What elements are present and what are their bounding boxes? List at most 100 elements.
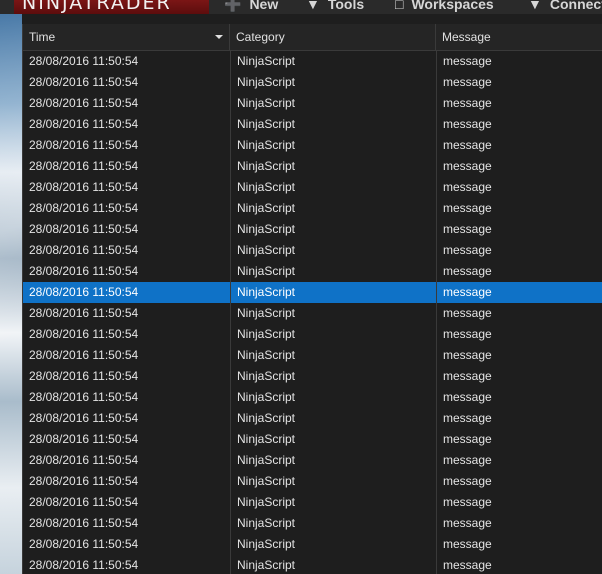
cell-message: message — [436, 492, 602, 513]
cell-message: message — [436, 51, 602, 72]
table-row[interactable]: 28/08/2016 11:50:54 NinjaScript message — [23, 177, 602, 198]
cell-category: NinjaScript — [230, 156, 436, 177]
cell-time: 28/08/2016 11:50:54 — [29, 75, 139, 89]
cell-message: message — [436, 282, 602, 303]
cell-category: NinjaScript — [230, 240, 436, 261]
app-window: NINJATRADER ➕ New ▼ Tools □ Workspaces ▼ Con… — [0, 0, 602, 574]
ninjatrader-logo: NINJATRADER — [14, 0, 209, 14]
tools-icon: ▼ — [306, 0, 320, 12]
cell-category: NinjaScript — [230, 261, 436, 282]
table-row[interactable]: 28/08/2016 11:50:54 NinjaScript message — [23, 219, 602, 240]
cell-time: 28/08/2016 11:50:54 — [29, 537, 139, 551]
cell-category: NinjaScript — [230, 303, 436, 324]
cell-message: message — [436, 156, 602, 177]
table-row[interactable]: 28/08/2016 11:50:54 NinjaScript message — [23, 261, 602, 282]
desktop-background — [0, 0, 22, 574]
table-row[interactable]: 28/08/2016 11:50:54 NinjaScript message — [23, 198, 602, 219]
table-row[interactable]: 28/08/2016 11:50:54 NinjaScript message — [23, 534, 602, 555]
cell-message: message — [436, 429, 602, 450]
cell-message: message — [436, 303, 602, 324]
table-row[interactable]: 28/08/2016 11:50:54 NinjaScript message — [23, 135, 602, 156]
cell-category: NinjaScript — [230, 219, 436, 240]
cell-time: 28/08/2016 11:50:54 — [29, 138, 139, 152]
table-row[interactable]: 28/08/2016 11:50:54 NinjaScript message — [23, 240, 602, 261]
column-header-time-label: Time — [29, 30, 56, 44]
cell-category: NinjaScript — [230, 471, 436, 492]
cell-category: NinjaScript — [230, 450, 436, 471]
cell-time: 28/08/2016 11:50:54 — [29, 306, 139, 320]
cell-time: 28/08/2016 11:50:54 — [29, 390, 139, 404]
column-header-time[interactable]: Time — [23, 24, 230, 50]
table-row[interactable]: 28/08/2016 11:50:54 NinjaScript message — [23, 408, 602, 429]
cell-category: NinjaScript — [230, 429, 436, 450]
table-row[interactable]: 28/08/2016 11:50:54 NinjaScript message — [23, 429, 602, 450]
cell-message: message — [436, 513, 602, 534]
cell-time: 28/08/2016 11:50:54 — [29, 474, 139, 488]
cell-category: NinjaScript — [230, 198, 436, 219]
column-header-message[interactable]: Message — [436, 24, 602, 50]
table-row[interactable]: 28/08/2016 11:50:54 NinjaScript message — [23, 51, 602, 72]
cell-message: message — [436, 72, 602, 93]
grid-header: Time Category Message — [23, 24, 602, 51]
cell-time: 28/08/2016 11:50:54 — [29, 285, 139, 299]
menu-bar: NINJATRADER ➕ New ▼ Tools □ Workspaces ▼ Con… — [0, 0, 602, 14]
table-row[interactable]: 28/08/2016 11:50:54 NinjaScript message — [23, 471, 602, 492]
table-row[interactable]: 28/08/2016 11:50:54 NinjaScript message — [23, 324, 602, 345]
cell-time: 28/08/2016 11:50:54 — [29, 54, 139, 68]
table-row[interactable]: 28/08/2016 11:50:54 NinjaScript message — [23, 72, 602, 93]
menu-new[interactable]: ➕ New — [224, 0, 278, 13]
cell-category: NinjaScript — [230, 282, 436, 303]
table-row[interactable]: 28/08/2016 11:50:54 NinjaScript message — [23, 366, 602, 387]
cell-category: NinjaScript — [230, 555, 436, 574]
cell-message: message — [436, 345, 602, 366]
cell-message: message — [436, 450, 602, 471]
cell-time: 28/08/2016 11:50:54 — [29, 516, 139, 530]
cell-message: message — [436, 261, 602, 282]
cell-category: NinjaScript — [230, 408, 436, 429]
cell-category: NinjaScript — [230, 366, 436, 387]
cell-message: message — [436, 555, 602, 574]
connections-icon: ▼ — [528, 0, 542, 12]
cell-message: message — [436, 219, 602, 240]
table-row[interactable]: 28/08/2016 11:50:54 NinjaScript message — [23, 387, 602, 408]
table-row[interactable]: 28/08/2016 11:50:54 NinjaScript message — [23, 513, 602, 534]
cell-message: message — [436, 135, 602, 156]
cell-message: message — [436, 177, 602, 198]
cell-time: 28/08/2016 11:50:54 — [29, 411, 139, 425]
menu-tools[interactable]: ▼ Tools — [306, 0, 364, 13]
cell-time: 28/08/2016 11:50:54 — [29, 201, 139, 215]
table-row[interactable]: 28/08/2016 11:50:54 NinjaScript message — [23, 93, 602, 114]
cell-message: message — [436, 198, 602, 219]
cell-message: message — [436, 324, 602, 345]
cell-category: NinjaScript — [230, 51, 436, 72]
table-row[interactable]: 28/08/2016 11:50:54 NinjaScript message — [23, 450, 602, 471]
sort-descending-icon — [215, 35, 223, 39]
column-header-category-label: Category — [236, 30, 285, 44]
cell-category: NinjaScript — [230, 72, 436, 93]
cell-time: 28/08/2016 11:50:54 — [29, 348, 139, 362]
cell-time: 28/08/2016 11:50:54 — [29, 243, 139, 257]
cell-message: message — [436, 93, 602, 114]
cell-time: 28/08/2016 11:50:54 — [29, 180, 139, 194]
table-row[interactable]: 28/08/2016 11:50:54 NinjaScript message — [23, 303, 602, 324]
cell-message: message — [436, 534, 602, 555]
cell-message: message — [436, 366, 602, 387]
cell-category: NinjaScript — [230, 114, 436, 135]
menu-connections[interactable]: ▼ Connections — [528, 0, 602, 13]
cell-category: NinjaScript — [230, 387, 436, 408]
cell-time: 28/08/2016 11:50:54 — [29, 558, 139, 572]
menu-workspaces-label: Workspaces — [411, 0, 494, 12]
table-row[interactable]: 28/08/2016 11:50:54 NinjaScript message — [23, 156, 602, 177]
column-header-category[interactable]: Category — [230, 24, 436, 50]
table-row[interactable]: 28/08/2016 11:50:54 NinjaScript message — [23, 492, 602, 513]
table-row[interactable]: 28/08/2016 11:50:54 NinjaScript message — [23, 114, 602, 135]
cell-time: 28/08/2016 11:50:54 — [29, 264, 139, 278]
menu-tools-label: Tools — [327, 0, 365, 12]
cell-time: 28/08/2016 11:50:54 — [29, 117, 139, 131]
table-row[interactable]: 28/08/2016 11:50:54 NinjaScript message — [23, 282, 602, 303]
menu-new-label: New — [249, 0, 279, 12]
table-row[interactable]: 28/08/2016 11:50:54 NinjaScript message — [23, 345, 602, 366]
menu-workspaces[interactable]: □ Workspaces — [395, 0, 494, 13]
cell-category: NinjaScript — [230, 135, 436, 156]
table-row[interactable]: 28/08/2016 11:50:54 NinjaScript message — [23, 555, 602, 574]
